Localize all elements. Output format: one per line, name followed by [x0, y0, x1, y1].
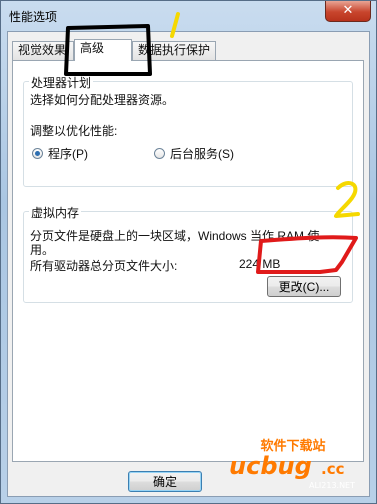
annotation-red-box: [256, 235, 358, 274]
annotation-overlay: [64, 12, 360, 274]
watermark-site: ALI213.NET: [309, 481, 355, 490]
tab-advanced[interactable]: 高级: [74, 39, 132, 61]
annotation-yellow-stroke-2: [334, 181, 360, 218]
watermark: 软件下载站 ucbug .cc ALI213.NET: [229, 438, 355, 490]
watermark-suffix: .cc: [321, 460, 344, 478]
annotation-yellow-stroke-1: [170, 12, 180, 38]
watermark-brand: ucbug: [229, 452, 312, 480]
